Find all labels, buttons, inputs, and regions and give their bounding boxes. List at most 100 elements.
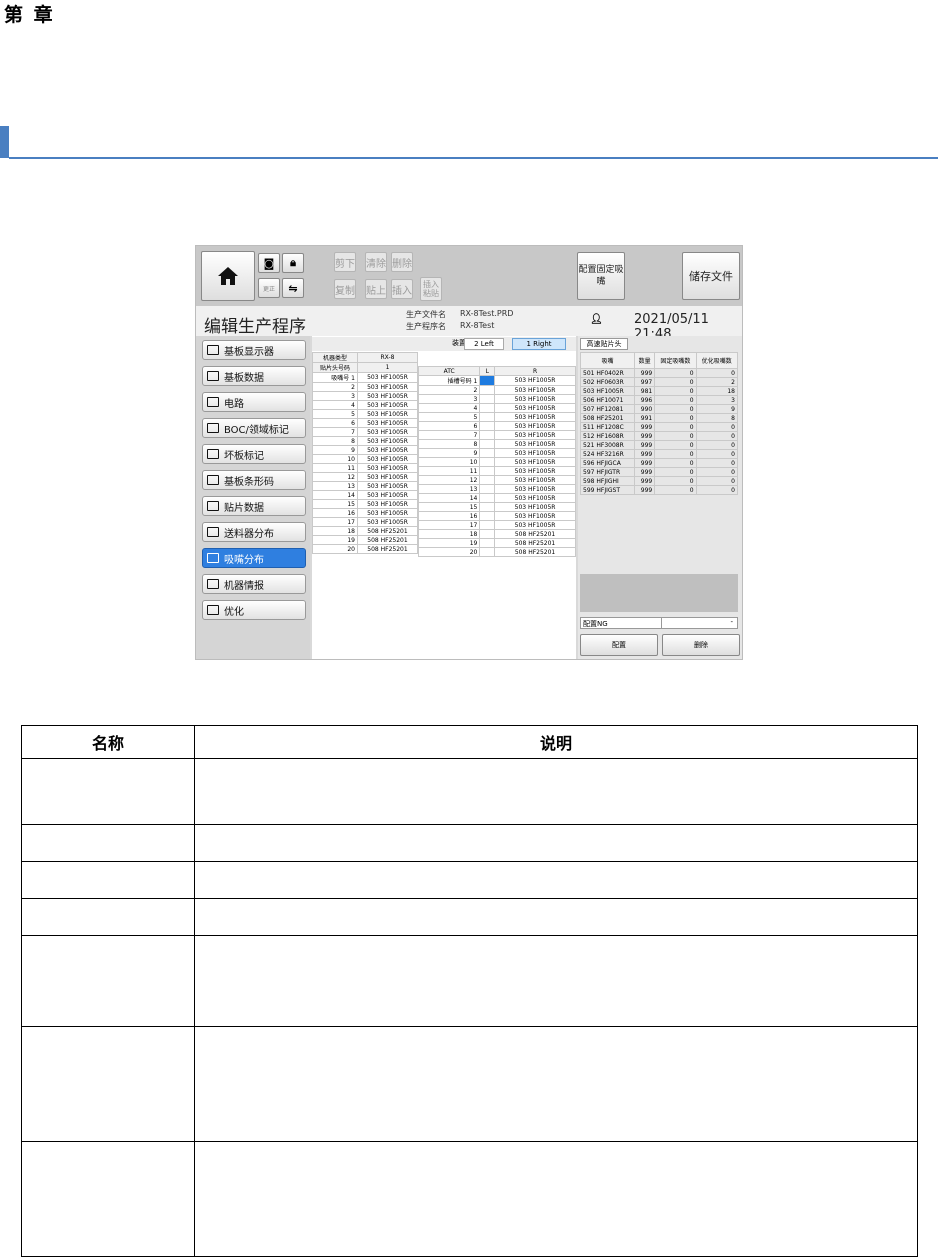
table-row[interactable]: 507 HF12081 990 0 9 (579, 404, 739, 414)
correct-button[interactable]: 更正 (258, 278, 280, 298)
table-row[interactable]: 511 HF1208C 999 0 0 (579, 422, 739, 432)
sidebar-item-label: 优化 (224, 606, 244, 618)
fixed-nozzle-button[interactable]: 配置固定吸 嘴 (577, 252, 625, 300)
desc-row (21, 935, 918, 1027)
table-cell[interactable]: 503 HF1005R (494, 502, 576, 512)
table-cell[interactable]: 503 HF1005R (494, 457, 576, 467)
insert-button[interactable]: 插入 (391, 279, 413, 299)
file-name-label: 生产文件名 (406, 310, 446, 319)
sidebar-item[interactable]: 优化 (202, 600, 306, 620)
table-cell[interactable]: 508 HF25201 (494, 529, 576, 539)
sidebar-item[interactable]: 机器情报 (202, 574, 306, 594)
copy-button[interactable]: 复制 (334, 279, 356, 299)
table-row[interactable]: 597 HFJIGTR 999 0 0 (579, 467, 739, 477)
table-cell[interactable] (479, 475, 496, 485)
table-cell: 0 (695, 467, 739, 477)
sidebar-item[interactable]: 坏板标记 (202, 444, 306, 464)
sidebar-item[interactable]: 吸嘴分布 (202, 548, 306, 568)
table-cell[interactable] (479, 484, 496, 494)
desc-text-cell (194, 1026, 918, 1142)
table-cell[interactable]: 503 HF1005R (494, 448, 576, 458)
table-cell[interactable]: 508 HF25201 (494, 547, 576, 557)
table-row[interactable]: 599 HFJIGST 999 0 0 (579, 485, 739, 495)
table-cell[interactable]: 503 HF1005R (494, 511, 576, 521)
table-cell: RX-8 (357, 352, 418, 363)
table-row[interactable]: 521 HF3008R 999 0 0 (579, 440, 739, 450)
table-cell[interactable] (479, 520, 496, 530)
table-cell[interactable] (479, 394, 496, 404)
table-cell[interactable]: 503 HF1005R (494, 394, 576, 404)
device-right-button[interactable]: 1 Right (512, 338, 566, 350)
save-file-button[interactable]: 储存文件 (682, 252, 740, 300)
table-row[interactable]: 596 HFJIGCA 999 0 0 (579, 458, 739, 468)
table-cell[interactable] (479, 439, 496, 449)
sidebar-item[interactable]: 基板数据 (202, 366, 306, 386)
table-cell: 0 (654, 485, 697, 495)
table-row[interactable]: 502 HF0603R 997 0 2 (579, 377, 739, 387)
table-cell[interactable] (479, 502, 496, 512)
table-cell[interactable]: 503 HF1005R (494, 375, 576, 386)
table-cell[interactable]: 503 HF1005R (494, 466, 576, 476)
config-button[interactable]: 配置 (580, 634, 658, 656)
tab-high-speed-head[interactable]: 高速贴片头 (580, 338, 628, 350)
paste-button[interactable]: 贴上 (365, 279, 387, 299)
table-cell: 512 HF1608R (579, 431, 636, 441)
table-cell[interactable] (479, 457, 496, 467)
home-button[interactable] (201, 251, 255, 301)
sidebar-item[interactable]: BOC/领域标记 (202, 418, 306, 438)
table-cell: 8 (695, 413, 739, 423)
table-cell: 503 HF1005R (357, 400, 418, 410)
table-cell[interactable]: 503 HF1005R (494, 439, 576, 449)
table-cell[interactable]: 503 HF1005R (494, 412, 576, 422)
table-cell[interactable] (479, 493, 496, 503)
table-cell[interactable] (479, 385, 496, 395)
table-row: 14 503 HF1005R (312, 490, 418, 500)
table-cell[interactable]: 508 HF25201 (494, 538, 576, 548)
table-cell[interactable]: 503 HF1005R (494, 385, 576, 395)
table-cell: 10 (312, 454, 358, 464)
sidebar-item[interactable]: 电路 (202, 392, 306, 412)
table-cell[interactable] (479, 430, 496, 440)
zoom-icon-button[interactable]: ◙ (258, 253, 280, 273)
sidebar-item[interactable]: 贴片数据 (202, 496, 306, 516)
delete-button[interactable]: 删除 (391, 252, 413, 272)
sidebar-item[interactable]: 基板条形码 (202, 470, 306, 490)
table-cell[interactable] (479, 538, 496, 548)
table-cell[interactable] (479, 412, 496, 422)
sidebar-item[interactable]: 基板显示器 (202, 340, 306, 360)
table-row[interactable]: 506 HF10071 996 0 3 (579, 395, 739, 405)
table-cell[interactable]: 503 HF1005R (494, 403, 576, 413)
table-cell[interactable] (479, 547, 496, 557)
table-cell[interactable] (479, 448, 496, 458)
table-cell[interactable]: 503 HF1005R (494, 484, 576, 494)
delete-nozzle-button[interactable]: 删除 (662, 634, 740, 656)
table-cell[interactable] (479, 511, 496, 521)
table-cell[interactable] (479, 375, 496, 386)
name-column-header: 名称 (21, 725, 195, 759)
table-cell[interactable]: 503 HF1005R (494, 475, 576, 485)
table-row[interactable]: 508 HF25201 991 0 8 (579, 413, 739, 423)
lock-button[interactable]: 🔒︎ (282, 253, 304, 273)
table-cell: 3 (312, 391, 358, 401)
table-row: 14 503 HF1005R (417, 493, 576, 503)
table-cell[interactable]: 503 HF1005R (494, 421, 576, 431)
table-row[interactable]: 503 HF1005R 981 0 18 (579, 386, 739, 396)
table-cell[interactable]: 503 HF1005R (494, 430, 576, 440)
table-cell[interactable] (479, 466, 496, 476)
table-cell: 508 HF25201 (357, 535, 418, 545)
transfer-button[interactable]: ⇋ (282, 278, 304, 298)
insert-paste-button[interactable]: 插入 粘贴 (420, 277, 442, 301)
table-cell[interactable] (479, 529, 496, 539)
table-row[interactable]: 524 HF3216R 999 0 0 (579, 449, 739, 459)
cut-button[interactable]: 剪下 (334, 252, 356, 272)
clear-button[interactable]: 清除 (365, 252, 387, 272)
device-left-button[interactable]: 2 Left (464, 338, 504, 350)
table-row[interactable]: 598 HFJIGHI 999 0 0 (579, 476, 739, 486)
table-cell[interactable]: 503 HF1005R (494, 520, 576, 530)
table-row[interactable]: 501 HF0402R 999 0 0 (579, 368, 739, 378)
table-row[interactable]: 512 HF1608R 999 0 0 (579, 431, 739, 441)
table-cell[interactable]: 503 HF1005R (494, 493, 576, 503)
table-cell[interactable] (479, 421, 496, 431)
table-cell[interactable] (479, 403, 496, 413)
sidebar-item[interactable]: 送料器分布 (202, 522, 306, 542)
